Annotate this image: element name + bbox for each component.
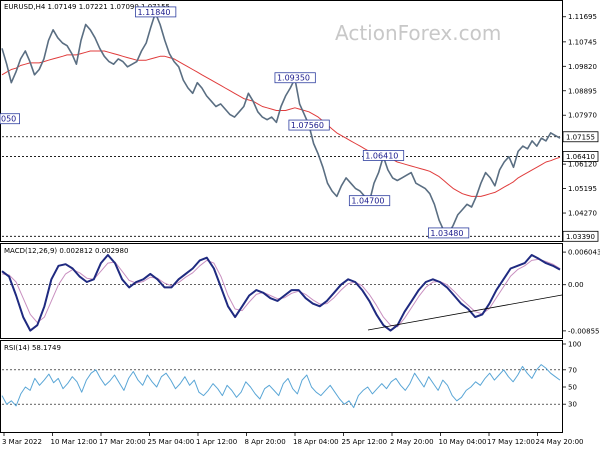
- annotation-label: 1.04700: [351, 197, 384, 206]
- macd-y-tick-label: -0.008552: [568, 327, 600, 335]
- x-tick-label: 2 May 20:00: [390, 438, 434, 446]
- price-y-tick-label: 1.09820: [568, 63, 597, 71]
- annotation-label: 1.06410: [365, 151, 398, 160]
- price-y-tick-label: 1.04270: [568, 210, 597, 218]
- rsi-y-tick-label: 100: [568, 341, 581, 349]
- annotation-label: 1.11840: [137, 8, 170, 17]
- rsi-y-tick-label: 70: [568, 366, 577, 374]
- rsi-y-tick-label: 30: [568, 401, 577, 409]
- x-tick-label: 17 May 12:00: [487, 438, 535, 446]
- price-y-tick-label: 1.08895: [568, 87, 597, 95]
- x-tick-label: 3 Mar 2022: [2, 438, 42, 446]
- rsi-panel-title: RSI(14) 58.1749: [4, 344, 61, 352]
- macd-y-tick-label: 0.00: [568, 281, 584, 289]
- annotation-label: 1.07560: [291, 121, 324, 130]
- price-y-tick-label: 1.11695: [568, 13, 597, 21]
- watermark: ActionForex.com: [335, 21, 501, 45]
- price-y-tick-label: 1.10745: [568, 38, 597, 46]
- x-tick-label: 25 Mar 04:00: [148, 438, 195, 446]
- macd-y-tick-label: 0.006043: [568, 249, 600, 257]
- rsi-y-tick-label: 50: [568, 384, 577, 392]
- annotation-label: 1.09350: [277, 74, 310, 83]
- annotation-label: 1.03480: [430, 229, 463, 238]
- x-tick-label: 24 May 20:00: [536, 438, 584, 446]
- price-y-tick-label: 1.05195: [568, 185, 597, 193]
- price-tag-label: 1.03390: [566, 233, 595, 241]
- chart-root: EURUSD,H4 1.07149 1.07221 1.07090 1.0715…: [0, 0, 600, 450]
- x-tick-label: 25 Apr 12:00: [342, 438, 388, 446]
- x-tick-label: 18 Apr 04:00: [293, 438, 339, 446]
- price-tag-label: 1.06410: [566, 153, 595, 161]
- x-tick-label: 10 May 04:00: [439, 438, 487, 446]
- x-tick-label: 1 Apr 12:00: [196, 438, 237, 446]
- x-tick-label: 8 Apr 20:00: [245, 438, 286, 446]
- price-tag-label: 1.07155: [566, 133, 595, 141]
- x-tick-label: 10 Mar 12:00: [51, 438, 98, 446]
- price-y-tick-label: 1.07970: [568, 112, 597, 120]
- macd-panel-title: MACD(12,26,9) 0.002812 0.002980: [4, 247, 128, 255]
- annotation-label: 050: [1, 115, 16, 124]
- x-tick-label: 17 Mar 20:00: [99, 438, 146, 446]
